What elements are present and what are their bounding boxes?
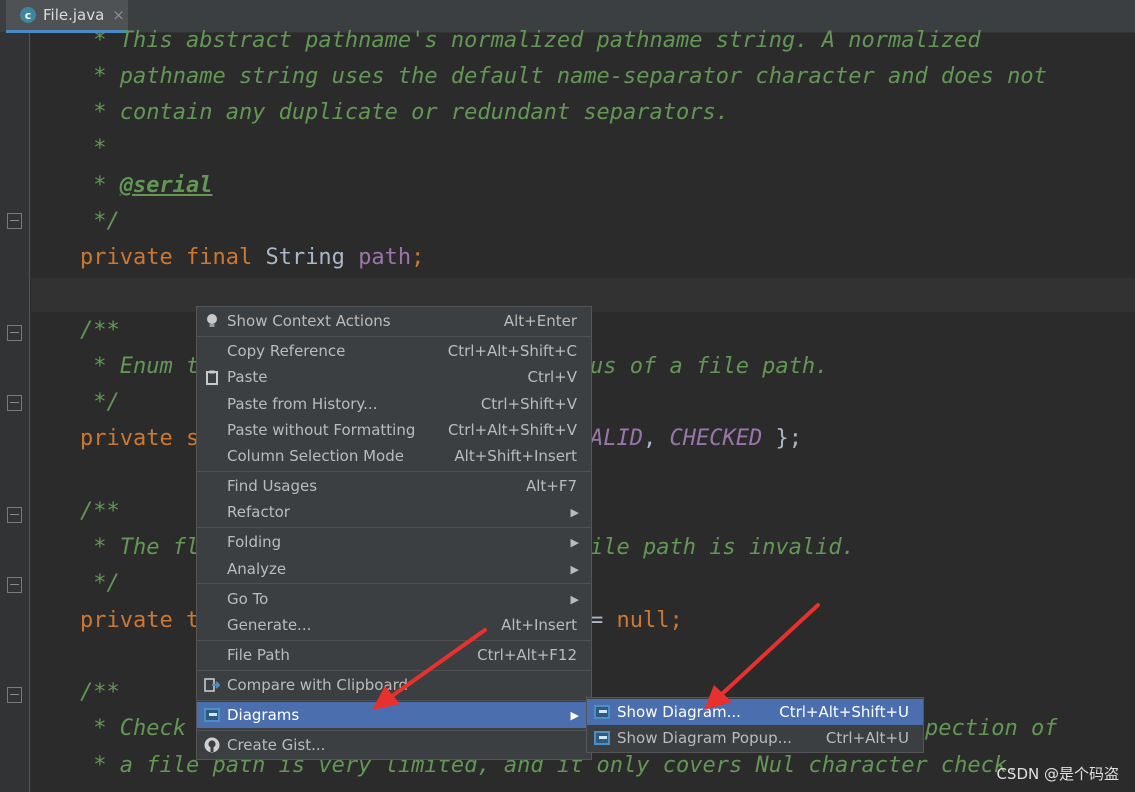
annotation-arrows [372, 603, 820, 710]
watermark: CSDN @是个码盗 [996, 765, 1119, 783]
annotation-arrow [372, 628, 487, 710]
annotation-arrow [704, 603, 820, 710]
